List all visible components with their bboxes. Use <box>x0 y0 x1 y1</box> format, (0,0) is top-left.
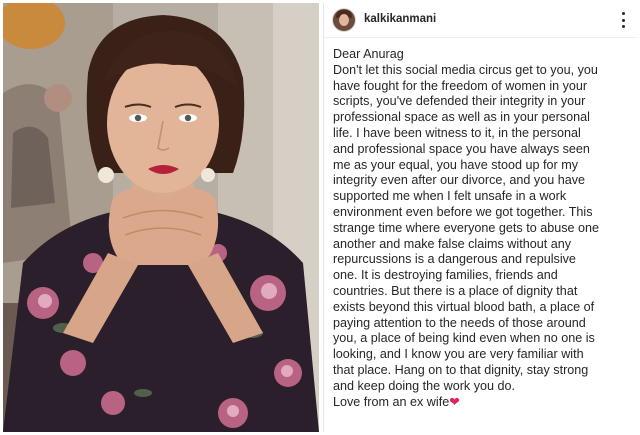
caption-line: you, a place of being kind even when no … <box>333 331 595 346</box>
caption-line: and professional space you have always s… <box>333 141 590 156</box>
caption-line: exists beyond this virtual blood bath, a… <box>333 299 595 314</box>
post-photo <box>3 3 319 432</box>
caption-line: countries. But there is a place of digni… <box>333 283 578 298</box>
heart-icon: ❤ <box>449 394 460 409</box>
caption-line: one. It is destroying families, friends … <box>333 268 558 283</box>
caption-line: professional space as well as in your pe… <box>333 110 590 125</box>
caption-line: Don't let this social media circus get t… <box>333 62 598 77</box>
caption-line: looking, and I know you are very familia… <box>333 347 584 362</box>
caption-line: life. I have been witness to it, in the … <box>333 125 581 140</box>
caption-sign-off: Love from an ex wife❤ <box>333 395 633 411</box>
caption-line: me as your equal, you have stood up for … <box>333 157 579 172</box>
caption-line: repurcussions is a dangerous and repulsi… <box>333 252 576 267</box>
more-options-icon[interactable] <box>618 12 628 28</box>
caption-line: another and make false claims without an… <box>333 236 572 251</box>
caption-line: paying attention to the needs of those a… <box>333 315 586 330</box>
caption-line: and keep doing the work you do. <box>333 378 516 393</box>
caption-line: supported me when I felt unsafe in a wor… <box>333 189 567 204</box>
caption-line: strange time where everyone gets to abus… <box>333 220 600 235</box>
post-caption: Dear Anurag Don't let this social media … <box>333 47 633 410</box>
caption-line: that place. Hang on to that dignity, sta… <box>333 362 589 377</box>
sign-off-text: Love from an ex wife <box>333 394 450 409</box>
caption-line: have fought for the freedom of women in … <box>333 78 588 93</box>
caption-line: integrity even after our divorce, and yo… <box>333 173 586 188</box>
caption-line: Dear Anurag <box>333 47 404 61</box>
post-header: kalkikanmani <box>324 3 638 38</box>
avatar[interactable] <box>333 9 355 31</box>
instagram-post-panel: kalkikanmani Dear Anurag Don't let this … <box>323 3 638 432</box>
caption-line: scripts, you've defended their integrity… <box>333 94 586 109</box>
username-link[interactable]: kalkikanmani <box>364 13 436 25</box>
caption-line: environment even before we got together.… <box>333 204 593 219</box>
